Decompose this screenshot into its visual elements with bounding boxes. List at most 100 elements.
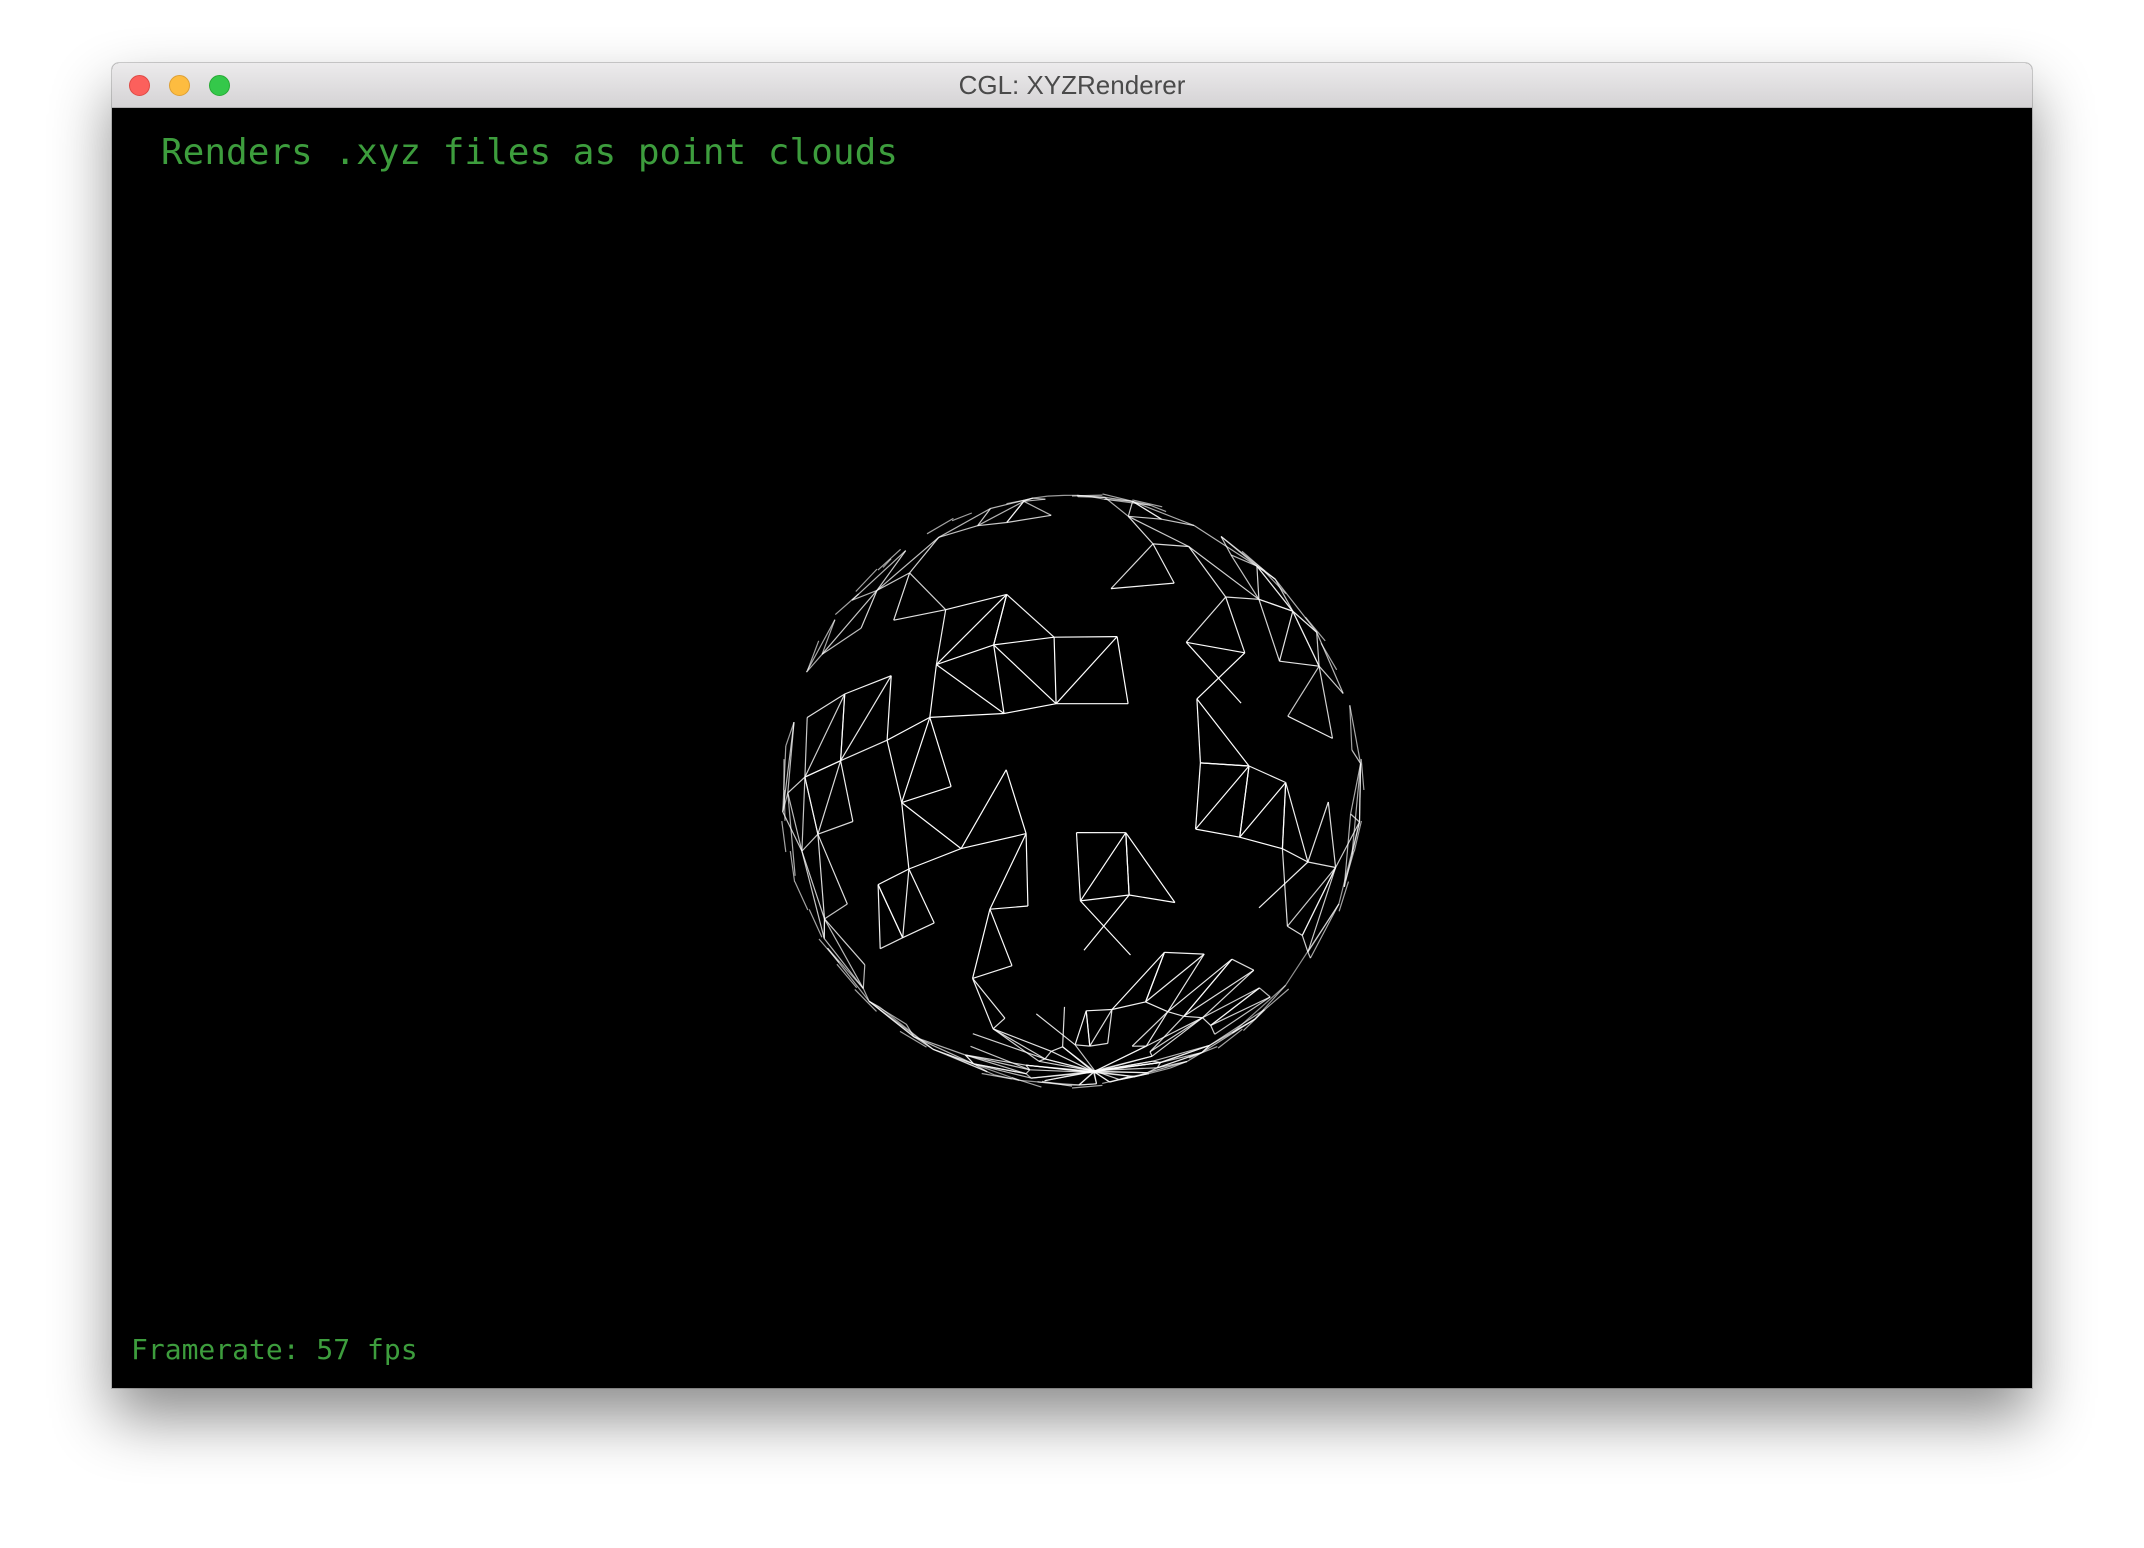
wireframe-edge bbox=[1085, 1010, 1091, 1047]
wireframe-edge bbox=[1225, 596, 1259, 600]
wireframe-edge bbox=[1071, 1084, 1103, 1089]
wireframe-edge bbox=[804, 776, 819, 835]
wireframe-edge bbox=[1089, 1009, 1113, 1047]
wireframe-edge bbox=[929, 664, 937, 718]
framerate-readout: Framerate: 57 fps bbox=[131, 1333, 418, 1366]
wireframe-edge bbox=[936, 664, 1005, 714]
wireframe-edge bbox=[1047, 494, 1065, 497]
wireframe-edge bbox=[818, 938, 840, 963]
wireframe-edge bbox=[879, 937, 903, 950]
wireframe-edge bbox=[1282, 848, 1309, 863]
wireframe-edge bbox=[992, 1028, 1040, 1062]
wireframe-edge bbox=[989, 908, 1013, 966]
wireframe-edge bbox=[929, 712, 1005, 718]
wireframe-edge bbox=[840, 760, 854, 822]
wireframe-edge bbox=[1145, 1001, 1169, 1013]
wireframe-edge bbox=[868, 1000, 915, 1038]
wireframe-edge bbox=[938, 525, 978, 538]
wireframe-edge bbox=[993, 636, 1055, 646]
wireframe-edge bbox=[1149, 1017, 1203, 1053]
app-window: CGL: XYZRenderer Renders .xyz files as p… bbox=[112, 63, 2032, 1388]
wireframe-edge bbox=[989, 833, 1027, 910]
wireframe-edge bbox=[1125, 832, 1130, 896]
wireframe-edge bbox=[1149, 1051, 1153, 1057]
wireframe-edge bbox=[1202, 1017, 1212, 1026]
wireframe-edge bbox=[1129, 894, 1175, 904]
wireframe-edge bbox=[801, 850, 826, 920]
wireframe-edge bbox=[972, 909, 991, 979]
wireframe-edge bbox=[993, 594, 1008, 646]
wireframe-edge bbox=[901, 802, 962, 850]
wireframe-edge bbox=[1287, 715, 1333, 739]
wireframe-edge bbox=[1265, 988, 1290, 1010]
wireframe-edge bbox=[840, 675, 892, 762]
wireframe-edge bbox=[1183, 958, 1233, 1017]
wireframe-edge bbox=[876, 550, 907, 591]
wireframe-lines bbox=[781, 493, 1365, 1089]
wireframe-edge bbox=[877, 548, 902, 571]
wireframe-edge bbox=[1086, 1008, 1113, 1012]
wireframe-edge bbox=[877, 884, 881, 949]
wireframe-edge bbox=[1278, 611, 1294, 662]
title-bar[interactable]: CGL: XYZRenderer bbox=[112, 63, 2032, 108]
wireframe-edge bbox=[1274, 578, 1318, 633]
wireframe-edge bbox=[1110, 543, 1154, 590]
wireframe-edge bbox=[840, 693, 846, 761]
wireframe-edge bbox=[1183, 1015, 1203, 1019]
wireframe-edge bbox=[882, 558, 892, 568]
wireframe-edge bbox=[1231, 984, 1287, 1034]
wireframe-edge bbox=[1083, 894, 1130, 951]
wireframe-edge bbox=[1078, 1083, 1097, 1086]
wireframe-edge bbox=[1248, 765, 1286, 784]
wireframe-edge bbox=[1318, 666, 1334, 739]
wireframe-edge bbox=[989, 905, 1028, 910]
wireframe-edge bbox=[834, 593, 859, 616]
wireframe-edge bbox=[1210, 1025, 1216, 1035]
wireframe-edge bbox=[1074, 1010, 1087, 1045]
wireframe-edge bbox=[929, 717, 952, 787]
wireframe-edge bbox=[1127, 515, 1154, 545]
wireframe-edge bbox=[902, 922, 935, 939]
wireframe-edge bbox=[1044, 1050, 1052, 1060]
wireframe-edge bbox=[1125, 832, 1176, 903]
wireframe-edge bbox=[1327, 801, 1337, 868]
wireframe-edge bbox=[1023, 500, 1052, 516]
wireframe-edge bbox=[1128, 515, 1189, 548]
wireframe-edge bbox=[901, 786, 952, 804]
wireframe-edge bbox=[909, 572, 947, 611]
wireframe-edge bbox=[823, 918, 864, 989]
wireframe-edge bbox=[1149, 1015, 1185, 1053]
wireframe-edge bbox=[1360, 758, 1365, 791]
render-canvas[interactable]: Renders .xyz files as point clouds Frame… bbox=[112, 108, 2032, 1388]
wireframe-edge bbox=[783, 789, 786, 821]
wireframe-edge bbox=[977, 508, 991, 527]
wireframe-edge bbox=[1185, 596, 1227, 643]
wireframe-edge bbox=[807, 640, 820, 671]
wireframe-edge bbox=[1110, 582, 1175, 590]
wireframe-edge bbox=[1053, 637, 1057, 704]
wireframe-edge bbox=[1161, 518, 1195, 527]
wireframe-edge bbox=[1304, 616, 1326, 642]
wireframe-edge bbox=[1195, 828, 1240, 838]
wireframe-edge bbox=[1281, 848, 1288, 927]
wireframe-edge bbox=[1167, 1011, 1184, 1017]
wireframe-edge bbox=[1167, 958, 1233, 1013]
wireframe-edge bbox=[972, 978, 1006, 1019]
wireframe-edge bbox=[951, 512, 973, 522]
wireframe-edge bbox=[801, 833, 819, 852]
wireframe-edge bbox=[960, 833, 1027, 850]
wireframe-edge bbox=[1231, 958, 1255, 971]
wireframe-edge bbox=[781, 821, 787, 853]
wireframe-edge bbox=[801, 777, 806, 852]
wireframe-edge bbox=[1006, 593, 1055, 638]
wireframe-edge bbox=[805, 619, 836, 673]
wireframe-edge bbox=[1089, 1042, 1108, 1047]
wireframe-edge bbox=[1055, 636, 1118, 705]
wireframe-edge bbox=[1079, 832, 1127, 902]
wireframe-edge bbox=[1167, 953, 1205, 1013]
wireframe-edge bbox=[1200, 762, 1250, 767]
wireframe-edge bbox=[821, 619, 836, 655]
wireframe-edge bbox=[902, 868, 910, 938]
wireframe-edge bbox=[1188, 546, 1260, 600]
wireframe-edge bbox=[851, 550, 907, 601]
